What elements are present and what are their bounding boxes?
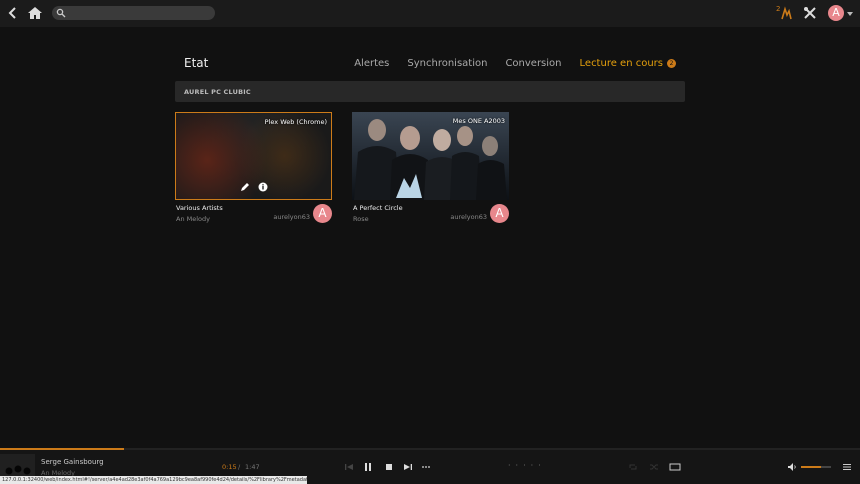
fullscreen-icon[interactable] [669, 462, 681, 472]
home-icon[interactable] [27, 5, 43, 21]
page-title: Etat [184, 56, 209, 70]
session-subtitle: Rose [353, 215, 369, 223]
search-input[interactable] [68, 6, 208, 20]
playback-dots: ····· [508, 461, 546, 470]
volume-slider-fill [801, 466, 822, 468]
time-current: 0:15 [222, 463, 237, 471]
session-title[interactable]: Various Artists [176, 204, 223, 212]
info-icon[interactable] [258, 182, 268, 192]
user-avatar[interactable]: A [828, 5, 844, 21]
player-name: Plex Web (Chrome) [264, 118, 327, 126]
next-icon[interactable] [403, 462, 413, 472]
tab-label: Lecture en cours [579, 58, 663, 69]
queue-list-icon[interactable] [842, 462, 852, 472]
volume-slider[interactable] [801, 466, 831, 468]
session-user: aurelyon63 [273, 213, 310, 221]
repeat-icon[interactable] [628, 462, 638, 472]
volume-icon[interactable] [787, 462, 797, 472]
server-section-header: AUREL PC CLUBIC [175, 81, 685, 102]
session-avatar: A [313, 204, 332, 223]
session-title[interactable]: A Perfect Circle [353, 204, 403, 212]
browser-status-url: 127.0.0.1:32400/web/index.html#!/server/… [0, 476, 307, 484]
session-user: aurelyon63 [450, 213, 487, 221]
player-name: Mes ONE A2003 [452, 117, 505, 125]
band-photo [352, 112, 509, 200]
track-title[interactable]: Serge Gainsbourg [41, 458, 104, 466]
server-name: AUREL PC CLUBIC [184, 88, 251, 96]
pencil-icon[interactable] [240, 182, 250, 192]
activity-icon[interactable] [776, 5, 792, 21]
session-subtitle: An Melody [176, 215, 210, 223]
chevron-down-icon[interactable] [847, 12, 853, 16]
tab-alertes[interactable]: Alertes [354, 58, 389, 69]
search-icon [56, 8, 66, 18]
top-bar: 2 A [0, 0, 860, 27]
session-card[interactable]: Plex Web (Chrome) Various Artists An Mel… [175, 112, 332, 223]
back-arrow-icon[interactable] [6, 6, 20, 20]
tab-synchronisation[interactable]: Synchronisation [407, 58, 487, 69]
session-card[interactable]: Mes ONE A2003 A Perfect Circle Rose aure… [352, 112, 509, 223]
session-thumbnail[interactable]: Plex Web (Chrome) [175, 112, 332, 200]
shuffle-icon[interactable] [649, 462, 659, 472]
seek-bar[interactable] [0, 448, 860, 450]
tab-bar: Alertes Synchronisation Conversion Lectu… [354, 58, 676, 69]
session-avatar: A [490, 204, 509, 223]
tab-badge: 2 [667, 59, 676, 68]
settings-tools-icon[interactable] [803, 6, 817, 20]
stop-icon[interactable] [384, 462, 394, 472]
time-separator: / [238, 463, 241, 471]
previous-icon[interactable] [344, 462, 354, 472]
tab-lecture-en-cours[interactable]: Lecture en cours 2 [580, 58, 676, 69]
time-total: 1:47 [245, 463, 260, 471]
tab-conversion[interactable]: Conversion [505, 58, 561, 69]
pause-icon[interactable] [363, 462, 373, 472]
search-box[interactable] [52, 6, 215, 20]
seek-bar-fill [0, 448, 124, 450]
more-options-icon[interactable] [421, 462, 431, 472]
session-thumbnail[interactable]: Mes ONE A2003 [352, 112, 509, 200]
